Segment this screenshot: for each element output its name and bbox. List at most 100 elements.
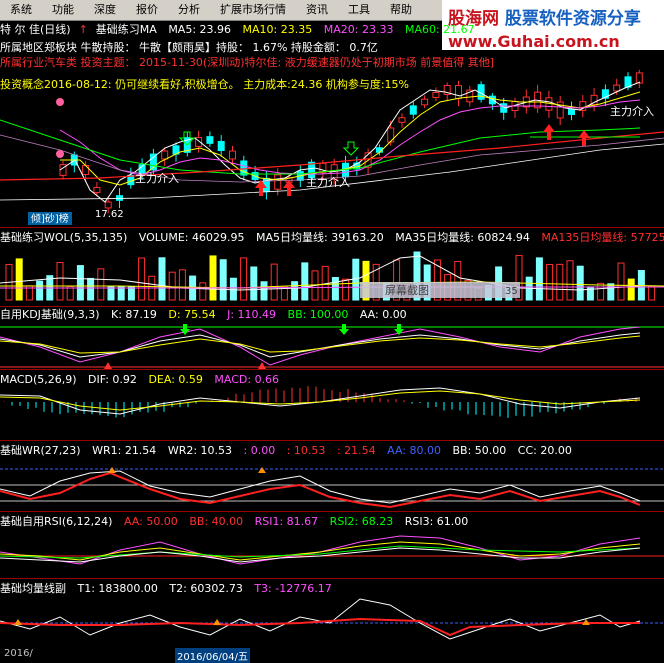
wr-panel[interactable]: 基础WR(27,23) WR1: 21.54 WR2: 10.53 : 0.00… [0,441,664,511]
menu-news[interactable]: 资讯 [296,0,338,20]
macd-panel[interactable]: MACD(5,26,9) DIF: 0.92 DEA: 0.59 MACD: 0… [0,370,664,440]
volume-bar [546,264,554,301]
candle [568,109,575,115]
macd-title[interactable]: MACD(5,26,9) [0,373,77,386]
region-line: 所属地区郑板块 牛散持股： 牛散【颇雨昊】持股： 1.67% 持股金额： 0.7… [0,41,378,54]
kline-panel[interactable]: 主力介入 主力介入 主力介入 17.62 倾]砂]榜 特 尔 佳(日线) ↑ 基础练… [0,20,664,227]
volume-bar [556,263,564,301]
avg-panel[interactable]: 基础均量线副 T1: 183800.00 T2: 60302.73 T3: -1… [0,579,664,649]
footer-date[interactable]: 2016/06/04/五 [175,648,251,663]
ma10-value: MA10: 23.35 [242,23,313,36]
ma5-value: MA5: 23.96 [168,23,232,36]
volume-bar [607,283,615,301]
kdj-k: K: 87.19 [111,308,157,321]
avg-t3: T3: -12776.17 [254,582,332,595]
volume-35-label: 35 [505,286,518,297]
menu-quote[interactable]: 报价 [126,0,168,20]
vol-ma135: MA135日均量线: 57725.02 [541,231,664,244]
footer-year: 2016/ [4,648,33,659]
volume-bar [219,259,227,301]
volume-bar [117,286,125,301]
indicator-name[interactable]: 基础练习MA [96,23,157,36]
rsi3-value: RSI3: 61.00 [404,515,469,528]
wr1-value: WR1: 21.54 [92,444,157,457]
macd-dea-line [0,390,641,411]
macd-header: MACD(5,26,9) DIF: 0.92 DEA: 0.59 MACD: 0… [0,372,287,387]
menu-analysis[interactable]: 分析 [168,0,210,20]
wr2-value: WR2: 10.53 [167,444,233,457]
candle [409,105,417,115]
volume-bar [352,258,360,301]
volume-bar [240,257,248,301]
kdj-header: 自用KDJ基础(9,3,3) K: 87.19 D: 75.54 J: 110.… [0,307,415,322]
tag-label: 倾]砂]榜 [31,212,69,225]
volume-bar [291,281,299,301]
wr-title[interactable]: 基础WR(27,23) [0,444,81,457]
menu-system[interactable]: 系统 [0,0,42,20]
date-strip: 2016/ 2016/06/04/五 [0,648,664,663]
candle [455,85,462,99]
volume-bar [87,277,95,301]
macd-dea: DEA: 0.59 [148,373,203,386]
volume-panel[interactable]: 屏幕截图 35 基础练习WOL(5,35,135) VOLUME: 46029.… [0,228,664,306]
avg-title[interactable]: 基础均量线副 [0,582,66,595]
main-force-label-1: 主力介入 [135,172,179,185]
kdj-d: D: 75.54 [168,308,216,321]
candle [398,117,406,123]
stock-name[interactable]: 特 尔 佳(日线) [0,23,71,36]
wr2-line [0,471,641,509]
volume-bar [270,263,278,301]
volume-bar [260,281,268,301]
candle [206,136,214,144]
volume-bar [342,278,350,301]
vol-value: VOLUME: 46029.95 [138,231,245,244]
kdj-panel[interactable]: 自用KDJ基础(9,3,3) K: 87.19 D: 75.54 J: 110.… [0,307,664,369]
volume-bar [301,262,309,301]
volume-bar [107,286,115,301]
low-price-label: 17.62 [95,209,124,220]
volume-bar [36,280,44,301]
kdj-bb: BB: 100.00 [287,308,349,321]
wr-v2: : 10.53 [286,444,326,457]
main-force-label-3: 主力介入 [610,105,654,118]
ma60-value: MA60: 21.67 [404,23,475,36]
vol-ma35: MA35日均量线: 60824.94 [395,231,530,244]
up-arrow-icon: ↑ [78,23,88,36]
rsi2-value: RSI2: 68.23 [329,515,394,528]
candle [104,201,112,209]
volume-bar [15,258,23,301]
vol-title[interactable]: 基础练习WOL(5,35,135) [0,231,127,244]
rsi-bb: BB: 40.00 [189,515,244,528]
avg-t1: T1: 183800.00 [77,582,158,595]
volume-bar [617,262,625,301]
candle [161,150,169,160]
volume-bar [168,271,176,301]
rsi-title[interactable]: 基础自用RSI(6,12,24) [0,515,112,528]
candle [274,174,282,190]
menu-depth[interactable]: 深度 [84,0,126,20]
ma20-value: MA20: 23.33 [323,23,394,36]
macd-value: MACD: 0.66 [214,373,280,386]
candle [432,91,440,99]
concept-line: 投资概念2016-08-12: 仍可继续看好,积极增仓。 主力成本:24.36 … [0,78,409,91]
volume-bar [127,285,135,301]
menu-ext-market[interactable]: 扩展市场行情 [210,0,296,20]
wr-aa: AA: 80.00 [387,444,441,457]
volume-bar [627,278,635,301]
avg-header: 基础均量线副 T1: 183800.00 T2: 60302.73 T3: -1… [0,581,340,596]
kdj-title[interactable]: 自用KDJ基础(9,3,3) [0,308,100,321]
rsi-panel[interactable]: 基础自用RSI(6,12,24) AA: 50.00 BB: 40.00 RSI… [0,512,664,578]
volume-bar [566,260,574,301]
menu-help[interactable]: 帮助 [380,0,422,20]
menu-function[interactable]: 功能 [42,0,84,20]
wr1-line [0,470,641,504]
volume-bar [199,282,207,301]
kdj-sell-arrows [180,324,404,335]
wr-cc: CC: 20.00 [517,444,572,457]
kdj-j-line [0,326,641,366]
candle [93,187,101,193]
screenshot-label: 屏幕截图 [385,283,429,297]
kdj-aa: AA: 0.00 [359,308,407,321]
main-force-label-2: 主力介入 [306,176,350,189]
menu-tools[interactable]: 工具 [338,0,380,20]
